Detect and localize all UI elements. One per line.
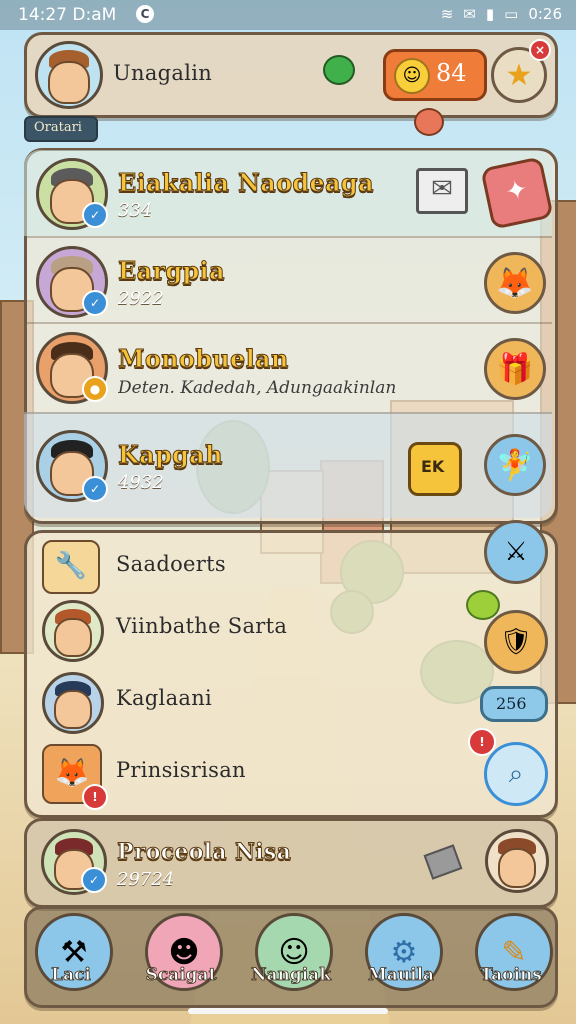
chat-bubble-icon[interactable] [323, 55, 355, 85]
menu-item[interactable]: 🦊 ! Prinsisrisan [24, 740, 464, 810]
envelope-icon[interactable]: ✉ [416, 168, 468, 214]
status-bar: 14:27 D:aM C ≋ ✉ ▮ ▭ 0:26 [0, 0, 576, 30]
gift-icon[interactable]: 🎁 [484, 338, 546, 400]
alert-badge-icon: ! [82, 784, 108, 810]
nav-label: Taoins [480, 965, 543, 986]
tools-icon: 🔧 [42, 540, 100, 594]
search-icon[interactable]: ⌕ [484, 742, 548, 806]
friend-status: Deten. Kadedah, Adungaakinlan [118, 378, 397, 398]
nav-label: Scaigat [145, 965, 217, 986]
signal-icon: ▮ [485, 5, 495, 23]
status-right-time: 0:26 [528, 5, 562, 23]
battery-icon: ▭ [504, 5, 519, 23]
friend-score: 2922 [118, 288, 164, 309]
shield-icon[interactable]: 🛡 [484, 610, 548, 674]
home-indicator[interactable] [188, 1008, 388, 1014]
coin-badge-icon: ● [82, 376, 108, 402]
wifi-icon: ≋ [440, 5, 454, 23]
currency-value: 84 [436, 59, 467, 87]
status-time: 14:27 D:aM [18, 5, 117, 25]
frog-icon [466, 590, 500, 620]
menu-avatar [42, 600, 104, 662]
friend-name: Kapgah [118, 440, 223, 470]
fairy-icon[interactable]: 🧚 [484, 434, 546, 496]
friend-name: Eiakalia Naodeaga [118, 168, 375, 198]
rock-icon [423, 844, 463, 880]
verified-badge-icon: ✓ [81, 867, 107, 893]
sword-icon[interactable]: ⚔ [484, 520, 548, 584]
menu-item[interactable]: 🔧 Saadoerts [24, 534, 464, 596]
nav-label: Nangiak [250, 965, 332, 986]
girl-avatar[interactable] [485, 829, 549, 893]
list-item[interactable]: ● Monobuelan Deten. Kadedah, Adungaakinl… [24, 322, 552, 412]
verified-badge-icon: ✓ [82, 290, 108, 316]
friend-score: 334 [118, 200, 153, 221]
fox-icon[interactable]: 🦊 [484, 252, 546, 314]
vibrate-icon: ✉ [463, 5, 476, 23]
mascot-icon [414, 108, 444, 136]
bottom-navigation: ⚒ Laci ☻ Scaigat ☺ Nangiak ⚙ Mauila ✎ Ta… [24, 906, 558, 1008]
event-tag[interactable]: EK [408, 442, 462, 496]
level-tag: Oratari [24, 116, 98, 142]
menu-item-label: Prinsisrisan [116, 758, 246, 782]
smiley-coin-icon: ☺ [394, 58, 430, 94]
list-item[interactable]: ✓ Kapgah 4932 EK 🧚 [24, 412, 552, 518]
player-avatar[interactable] [35, 41, 103, 109]
nav-label: Laci [51, 965, 92, 986]
menu-item[interactable]: Viinbathe Sarta [24, 596, 464, 662]
featured-panel[interactable]: ✓ Proceola Nisa 29724 [24, 818, 558, 908]
profile-header: Unagalin ☺ 84 ★ × [24, 32, 558, 118]
friend-name: Eargpia [118, 256, 226, 286]
menu-item[interactable]: Kaglaani [24, 668, 464, 734]
player-name: Unagalin [113, 61, 213, 85]
gift-tag-icon[interactable]: ✦ [480, 156, 554, 230]
menu-item-label: Saadoerts [116, 552, 226, 576]
featured-score: 29724 [117, 869, 175, 890]
friend-name: Monobuelan [118, 344, 289, 374]
featured-name: Proceola Nisa [116, 839, 292, 866]
nav-label: Mauila [367, 965, 435, 986]
verified-badge-icon: ✓ [82, 476, 108, 502]
verified-badge-icon: ✓ [82, 202, 108, 228]
close-badge-icon[interactable]: × [529, 39, 551, 61]
friend-score: 4932 [118, 472, 164, 493]
menu-item-label: Viinbathe Sarta [116, 614, 288, 638]
menu-avatar [42, 672, 104, 734]
count-pill[interactable]: 256 [480, 686, 548, 722]
app-notification-icon: C [136, 5, 154, 23]
menu-item-label: Kaglaani [116, 686, 213, 710]
list-item[interactable]: ✓ Eiakalia Naodeaga 334 ✉ ✦ [24, 150, 554, 236]
list-item[interactable]: ✓ Eargpia 2922 🦊 [24, 236, 552, 324]
currency-pill[interactable]: ☺ 84 [383, 49, 487, 101]
